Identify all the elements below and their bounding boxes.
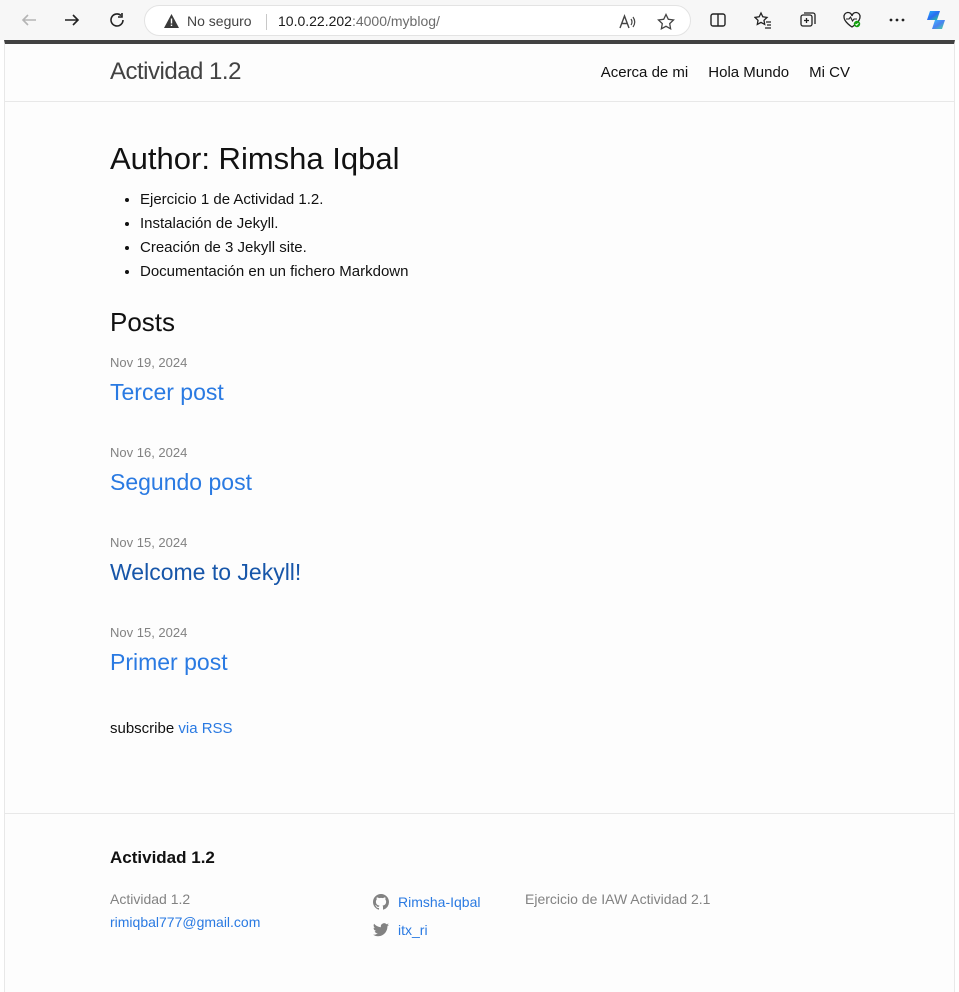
post-link[interactable]: Primer post <box>110 648 850 676</box>
nav-link-mi-cv[interactable]: Mi CV <box>809 64 850 81</box>
favorites-list-icon <box>754 11 771 29</box>
nav-link-hola-mundo[interactable]: Hola Mundo <box>708 64 789 81</box>
collections-button[interactable] <box>794 6 822 34</box>
warning-icon <box>163 13 180 33</box>
browser-toolbar: No seguro 10.0.22.202:4000/myblog/ <box>0 0 959 40</box>
heart-pulse-icon <box>843 11 861 28</box>
github-row: Rimsha-Iqbal <box>373 888 480 916</box>
address-separator <box>266 14 267 30</box>
site-title-link[interactable]: Actividad 1.2 <box>110 58 241 86</box>
favorites-button[interactable] <box>749 6 777 34</box>
list-item: Instalación de Jekyll. <box>140 212 850 236</box>
post-link[interactable]: Tercer post <box>110 378 850 406</box>
list-item: Documentación en un fichero Markdown <box>140 260 850 284</box>
read-aloud-icon[interactable] <box>617 12 637 32</box>
list-item: Ejercicio 1 de Actividad 1.2. <box>140 188 850 212</box>
site-header: Actividad 1.2 Acerca de mi Hola Mundo Mi… <box>5 44 954 102</box>
arrow-left-icon <box>21 14 36 26</box>
subscribe-line: subscribe via RSS <box>110 720 850 737</box>
security-label[interactable]: No seguro <box>187 13 252 29</box>
footer-social: Rimsha-Iqbal itx_ri <box>373 888 480 944</box>
post-item: Nov 19, 2024 Tercer post <box>110 352 850 442</box>
twitter-icon <box>373 923 389 937</box>
footer-contact: Actividad 1.2 rimiqbal777@gmail.com <box>110 888 260 934</box>
post-date: Nov 15, 2024 <box>110 535 188 550</box>
split-screen-button[interactable] <box>704 6 732 34</box>
reload-icon <box>110 13 124 27</box>
nav-link-acerca-de-mi[interactable]: Acerca de mi <box>601 64 689 81</box>
post-date: Nov 15, 2024 <box>110 625 188 640</box>
footer-description: Ejercicio de IAW Actividad 2.1 <box>525 891 711 907</box>
footer-email-link[interactable]: rimiqbal777@gmail.com <box>110 914 260 930</box>
footer-site-name: Actividad 1.2 <box>110 891 191 907</box>
url-host: 10.0.22.202 <box>278 13 352 29</box>
post-date: Nov 19, 2024 <box>110 355 188 370</box>
reload-button[interactable] <box>103 6 131 34</box>
posts-heading: Posts <box>110 307 176 337</box>
post-link[interactable]: Welcome to Jekyll! <box>110 558 850 586</box>
site-footer: Actividad 1.2 Actividad 1.2 rimiqbal777@… <box>5 813 954 992</box>
github-icon <box>373 894 389 910</box>
list-item: Creación de 3 Jekyll site. <box>140 236 850 260</box>
collections-icon <box>800 12 816 27</box>
forward-button[interactable] <box>58 6 86 34</box>
post-item: Nov 16, 2024 Segundo post <box>110 442 850 532</box>
footer-title: Actividad 1.2 <box>110 848 215 867</box>
subscribe-text: subscribe <box>110 720 175 737</box>
copilot-button[interactable] <box>922 6 950 34</box>
post-item: Nov 15, 2024 Welcome to Jekyll! <box>110 532 850 622</box>
post-item: Nov 15, 2024 Primer post <box>110 622 850 712</box>
github-link[interactable]: Rimsha-Iqbal <box>398 894 480 910</box>
post-link[interactable]: Segundo post <box>110 468 850 496</box>
post-list: Nov 19, 2024 Tercer post Nov 16, 2024 Se… <box>110 352 850 712</box>
main-content: Author: Rimsha Iqbal Ejercicio 1 de Acti… <box>110 140 850 737</box>
favorite-star-icon[interactable] <box>656 12 676 32</box>
browser-essentials-button[interactable] <box>838 6 866 34</box>
rss-link[interactable]: via RSS <box>178 720 232 737</box>
more-menu-button[interactable] <box>883 6 911 34</box>
site-nav: Acerca de mi Hola Mundo Mi CV <box>601 64 850 81</box>
more-dots-icon <box>889 18 905 22</box>
author-heading: Author: Rimsha Iqbal <box>110 141 400 176</box>
twitter-link[interactable]: itx_ri <box>398 922 428 938</box>
twitter-row: itx_ri <box>373 916 480 944</box>
arrow-right-icon <box>65 14 80 26</box>
url-text[interactable]: 10.0.22.202:4000/myblog/ <box>278 13 440 29</box>
web-page: Actividad 1.2 Acerca de mi Hola Mundo Mi… <box>4 40 955 992</box>
post-date: Nov 16, 2024 <box>110 445 188 460</box>
copilot-icon <box>927 11 945 29</box>
activity-list: Ejercicio 1 de Actividad 1.2. Instalació… <box>110 188 850 284</box>
address-bar[interactable]: No seguro 10.0.22.202:4000/myblog/ <box>144 5 691 36</box>
back-button[interactable] <box>15 6 43 34</box>
url-path: :4000/myblog/ <box>351 13 440 29</box>
split-screen-icon <box>710 13 726 27</box>
